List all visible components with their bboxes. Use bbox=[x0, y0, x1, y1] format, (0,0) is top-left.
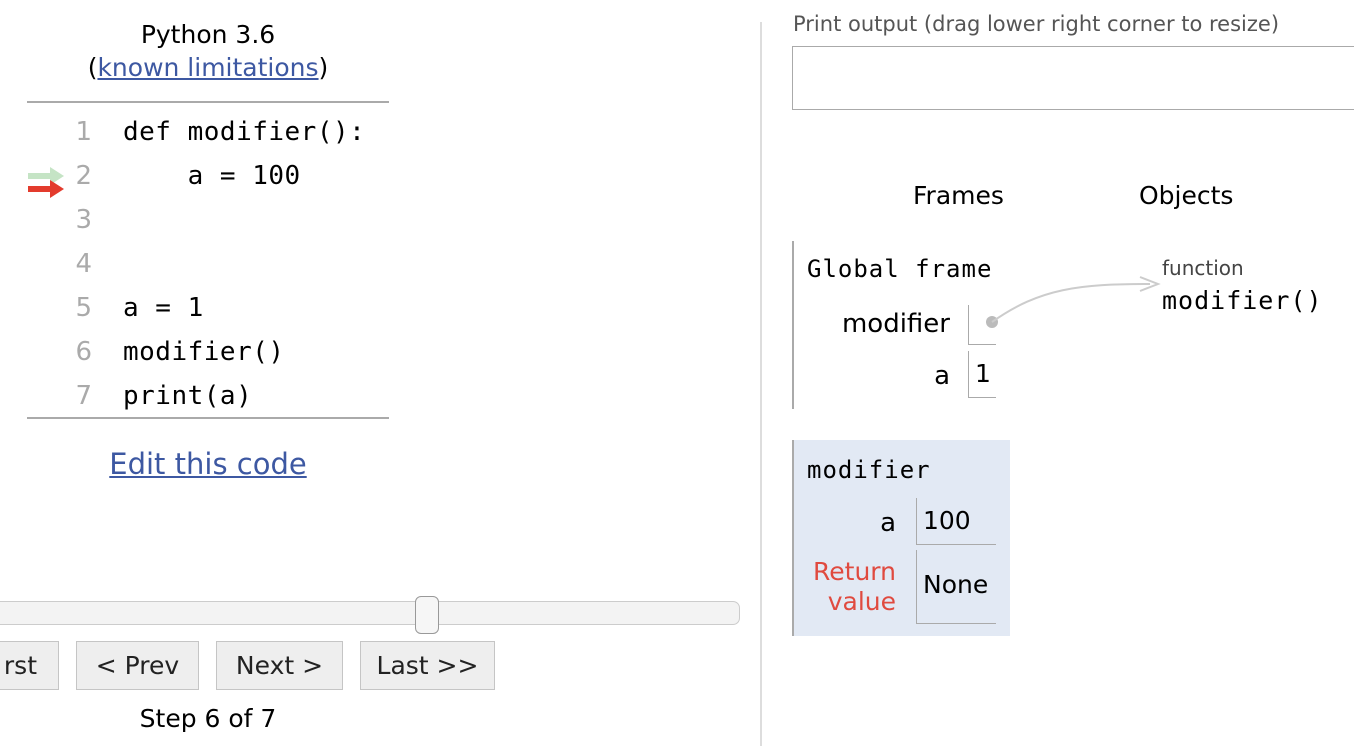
code-line: a = 1 bbox=[123, 293, 204, 323]
modifier-frame: modifier a 100 Return value None bbox=[792, 440, 1010, 636]
line-number: 5 bbox=[75, 293, 92, 323]
variable-name: modifier bbox=[841, 309, 950, 339]
return-value-label: Return value bbox=[794, 557, 896, 617]
code-line: print(a) bbox=[123, 381, 253, 411]
frames-header: Frames bbox=[913, 181, 1004, 210]
step-slider-track[interactable] bbox=[0, 601, 740, 625]
objects-header: Objects bbox=[1139, 181, 1234, 210]
print-output-label: Print output (drag lower right corner to… bbox=[793, 12, 1280, 36]
return-label-line2: value bbox=[827, 587, 896, 616]
pointer-arrow bbox=[986, 276, 1161, 328]
variable-value: 100 bbox=[916, 498, 996, 545]
line-arrows bbox=[28, 167, 64, 198]
current-line-arrow-icon bbox=[28, 180, 64, 198]
modifier-frame-title: modifier bbox=[807, 456, 931, 484]
edit-code-link[interactable]: Edit this code bbox=[0, 447, 416, 481]
pane-divider[interactable] bbox=[760, 22, 762, 746]
variable-name: a bbox=[880, 508, 896, 538]
language-header: Python 3.6 (known limitations) bbox=[0, 18, 416, 84]
code-top-rule bbox=[27, 101, 389, 103]
code-line: a = 100 bbox=[123, 161, 301, 191]
language-label: Python 3.6 bbox=[140, 20, 276, 49]
prev-line-arrow-icon bbox=[28, 167, 64, 185]
line-number: 4 bbox=[75, 249, 92, 279]
close-paren: ) bbox=[318, 53, 329, 82]
pointer-line bbox=[991, 283, 1151, 323]
variable-name: a bbox=[934, 361, 950, 391]
object-type-label: function bbox=[1162, 256, 1244, 280]
code-bottom-rule bbox=[27, 417, 389, 419]
first-button[interactable]: rst bbox=[0, 641, 59, 690]
code-line: modifier() bbox=[123, 337, 285, 367]
line-number: 3 bbox=[75, 205, 92, 235]
line-number: 6 bbox=[75, 337, 92, 367]
code-line: def modifier(): bbox=[123, 117, 366, 147]
global-frame-title: Global frame bbox=[807, 255, 993, 283]
next-button[interactable]: Next > bbox=[216, 641, 343, 690]
line-number: 1 bbox=[75, 117, 92, 147]
return-value: None bbox=[916, 550, 996, 624]
prev-button[interactable]: < Prev bbox=[76, 641, 199, 690]
function-object: modifier() bbox=[1162, 286, 1323, 315]
print-output-box[interactable] bbox=[792, 46, 1354, 110]
open-paren: ( bbox=[87, 53, 98, 82]
variable-value: 1 bbox=[968, 351, 996, 398]
step-counter: Step 6 of 7 bbox=[139, 704, 277, 733]
line-number: 7 bbox=[75, 381, 92, 411]
known-limitations-link[interactable]: known limitations bbox=[97, 53, 318, 82]
last-button[interactable]: Last >> bbox=[360, 641, 495, 690]
return-label-line1: Return bbox=[813, 557, 896, 586]
step-slider-handle[interactable] bbox=[415, 596, 439, 634]
